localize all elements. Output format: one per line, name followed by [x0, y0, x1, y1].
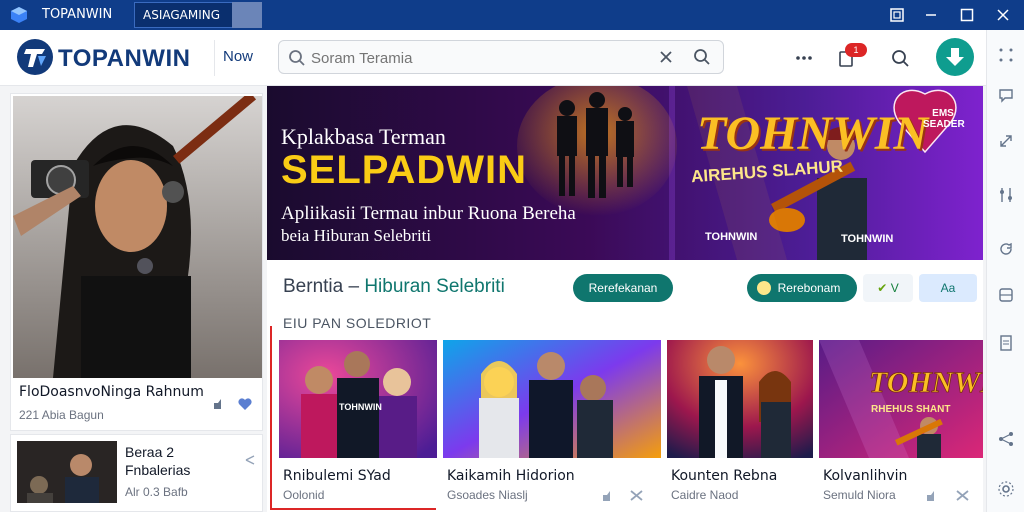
banner-subtitle-1: Apliikasii Termau inbur Ruona Bereha [281, 203, 576, 224]
banner-badge-left: TOHNWIN [705, 231, 758, 243]
video-title[interactable]: Kolvanlihvin [823, 468, 907, 484]
widget-icon[interactable] [997, 286, 1015, 304]
mini-video-card[interactable]: Beraa 2 Fnbalerias Alr 0.3 Bafb [10, 434, 263, 512]
video-card[interactable]: TOHNWIN Rnibulemi SYad Oolonid [279, 340, 437, 510]
video-meta: Caidre Naod [671, 488, 739, 502]
apps-grid-icon[interactable] [997, 46, 1015, 64]
video-thumbnail[interactable] [443, 340, 661, 458]
shuffle-icon[interactable] [955, 488, 970, 503]
section-title-accent: Hiburan Selebriti [364, 276, 505, 297]
thumb-sub: RHEHUS SHANT [871, 404, 950, 415]
mini-thumbnail[interactable] [17, 441, 117, 503]
follow-button[interactable]: Rerebonam [747, 274, 857, 302]
video-card[interactable]: Kaikamih Hidorion Gsoades Niaslj [443, 340, 661, 510]
featured-card[interactable]: FloDoasnvoNinga Rahnum 221 Abia Bagun [10, 93, 263, 431]
section-title: Berntia – Hiburan Selebriti [283, 276, 505, 298]
shuffle-icon[interactable] [629, 488, 644, 503]
restore-icon[interactable] [884, 3, 910, 27]
minimize-icon[interactable] [918, 3, 944, 27]
video-thumbnail[interactable]: TOHNWIN RHEHUS SHANT [819, 340, 983, 458]
app-header: TOPANWIN Now 1 [0, 30, 986, 86]
recommend-button[interactable]: Rerefekanan [573, 274, 673, 302]
banner-badge-right: TOHNWIN [841, 233, 894, 245]
featured-photo[interactable] [13, 96, 262, 378]
download-icon [946, 48, 964, 66]
banner-subtitle-2: beia Hiburan Selebriti [281, 226, 432, 245]
video-thumbnail[interactable]: TOHNWIN [279, 340, 437, 458]
video-meta: Gsoades Niaslj [447, 488, 528, 502]
expand-icon[interactable] [997, 132, 1015, 150]
section-sublabel: EIU PAN SOLEDRIOT [283, 315, 432, 331]
settings-icon[interactable] [997, 480, 1015, 498]
search-icon [289, 50, 305, 66]
refresh-icon[interactable] [997, 240, 1015, 258]
search-submit-icon[interactable] [693, 48, 711, 66]
section-title-prefix: Berntia [283, 276, 344, 297]
app-cube-icon [11, 7, 27, 23]
thumb-brand: TOHNWIN [869, 366, 983, 399]
share-icon[interactable] [243, 453, 257, 467]
video-card[interactable]: Kounten Rebna Caidre Naod [667, 340, 813, 510]
follow-icon [757, 281, 771, 295]
check-icon: ✔ [877, 281, 888, 295]
clear-search-icon[interactable] [657, 48, 675, 66]
document-icon[interactable] [997, 334, 1015, 352]
chat-icon[interactable] [997, 86, 1015, 104]
share-icon[interactable] [601, 488, 616, 503]
video-card[interactable]: TOHNWIN RHEHUS SHANT Kolvanlihvin Semuld… [819, 340, 983, 510]
window-titlebar: TOPANWIN ASIAGAMING [0, 0, 1024, 30]
share-icon[interactable] [211, 396, 227, 412]
network-icon[interactable] [997, 430, 1015, 448]
close-icon[interactable] [990, 3, 1016, 27]
section-title-separator: – [343, 276, 365, 297]
follow-label: Rerebonam [777, 281, 841, 295]
filter-chip-1[interactable]: ✔ V [863, 274, 913, 302]
window-title: TOPANWIN [42, 7, 113, 22]
now-link[interactable]: Now [223, 48, 253, 65]
banner-kicker: Kplakbasa Terman [281, 124, 446, 149]
video-meta: Semuld Niora [823, 488, 896, 502]
mini-meta: Alr 0.3 Bafb [125, 485, 188, 499]
download-button[interactable] [936, 38, 974, 76]
banner-title: SELPADWIN [281, 148, 528, 192]
tab-extension[interactable] [232, 2, 262, 28]
video-meta: Oolonid [283, 488, 325, 502]
thumb-label: TOHNWIN [339, 402, 382, 412]
like-icon[interactable] [237, 396, 253, 412]
account-search-icon[interactable] [890, 48, 910, 68]
more-icon[interactable] [794, 48, 814, 68]
header-divider [214, 40, 215, 76]
share-icon[interactable] [925, 488, 940, 503]
banner-brand: TOHNWIN [697, 107, 929, 160]
sliders-icon[interactable] [997, 186, 1015, 204]
banner-heart-text: EMS SEADER [923, 108, 965, 130]
video-title[interactable]: Kounten Rebna [671, 468, 777, 484]
maximize-icon[interactable] [954, 3, 980, 27]
filter-chip-2[interactable]: Aa [919, 274, 977, 302]
video-title[interactable]: Rnibulemi SYad [283, 468, 391, 484]
video-title[interactable]: Kaikamih Hidorion [447, 468, 575, 484]
mini-title[interactable]: Beraa 2 Fnbalerias [125, 443, 235, 479]
search-input[interactable] [311, 47, 651, 69]
search-bar [278, 40, 724, 74]
main-content: Kplakbasa Terman SELPADWIN Apliikasii Te… [267, 86, 983, 512]
selection-indicator [270, 326, 272, 510]
brand-name[interactable]: TOPANWIN [58, 45, 190, 73]
right-rail [986, 30, 1024, 512]
hero-banner[interactable]: Kplakbasa Terman SELPADWIN Apliikasii Te… [267, 86, 983, 260]
featured-title[interactable]: FloDoasnvoNinga Rahnum [19, 384, 204, 400]
featured-meta: 221 Abia Bagun [19, 408, 104, 422]
filter-chip-1-label: V [890, 281, 899, 295]
brand-logo-icon[interactable] [16, 38, 54, 76]
notification-badge: 1 [845, 43, 867, 57]
video-thumbnail[interactable] [667, 340, 813, 458]
